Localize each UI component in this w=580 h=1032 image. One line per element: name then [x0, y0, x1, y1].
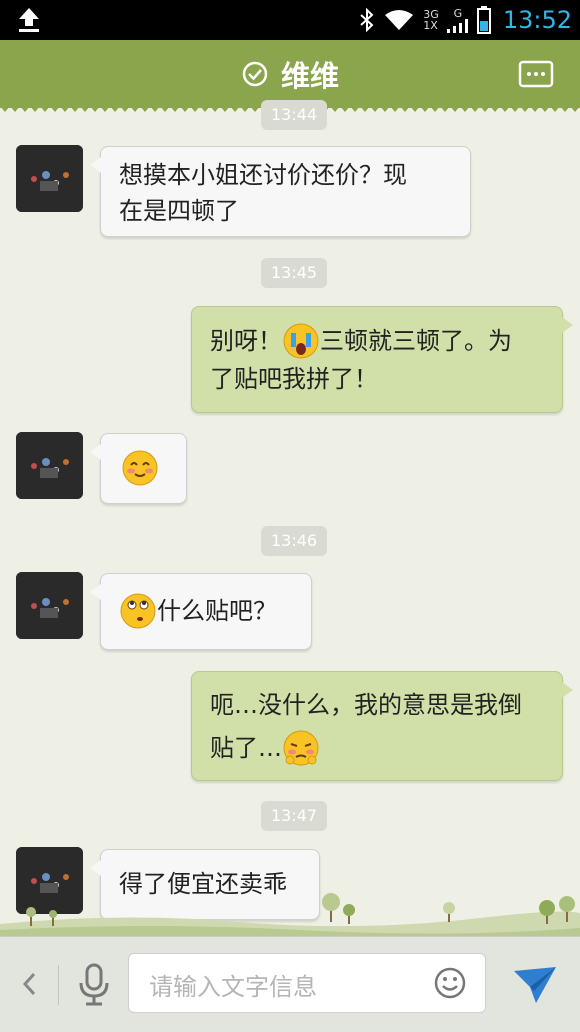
chat-menu-button[interactable]	[518, 60, 554, 88]
page-title: 维维	[280, 59, 339, 93]
message-text: 三顿就三顿了。为	[320, 327, 512, 355]
battery-icon	[476, 6, 491, 34]
chat-area[interactable]: 13:44 想摸本小姐还讨价还价？现 在是四顿了 13:45 别呀！ 三顿就三顿…	[0, 100, 580, 938]
bluetooth-icon	[360, 8, 374, 32]
message-text: 贴了…	[210, 734, 282, 762]
message-bubble-outgoing[interactable]: 别呀！ 三顿就三顿了。为 了贴吧我拼了！	[191, 306, 573, 413]
message-bubble-outgoing[interactable]: 呃…没什么，我的意思是我倒 贴了…	[191, 671, 573, 781]
avatar[interactable]	[16, 145, 83, 212]
send-button[interactable]	[512, 963, 558, 1007]
message-text: 什么贴吧？	[157, 597, 277, 625]
network-type-g: G	[453, 6, 463, 20]
upload-icon	[19, 8, 39, 32]
rolling-eyes-emoji-icon	[119, 592, 157, 630]
signal-icon	[446, 18, 468, 33]
landscape-decoration	[0, 893, 580, 936]
blushing-smile-emoji-icon	[121, 449, 159, 487]
message-text: 在是四顿了	[119, 197, 239, 225]
message-input[interactable]: 请输入文字信息	[128, 953, 486, 1013]
status-time: 13:52	[502, 6, 572, 34]
title-bar: 维维	[0, 40, 580, 108]
timestamp: 13:45	[261, 258, 328, 288]
avatar[interactable]	[16, 572, 83, 639]
message-text: 别呀！	[210, 327, 282, 355]
crying-emoji-icon	[282, 322, 320, 360]
message-bubble-incoming[interactable]: 什么贴吧？	[90, 573, 312, 650]
message-input-placeholder: 请输入文字信息	[149, 973, 317, 1001]
avatar[interactable]	[16, 432, 83, 499]
message-text: 想摸本小姐还讨价还价？现	[119, 161, 407, 189]
input-bar: 请输入文字信息	[0, 936, 580, 1032]
divider	[58, 965, 59, 1005]
message-bubble-incoming[interactable]	[90, 433, 187, 504]
timestamp: 13:46	[261, 526, 328, 556]
emoji-button[interactable]	[433, 966, 467, 1000]
check-circle-icon	[242, 61, 268, 87]
microphone-button[interactable]	[74, 963, 114, 1007]
message-text: 呃…没什么，我的意思是我倒	[210, 691, 522, 719]
wifi-icon	[385, 10, 414, 30]
message-text: 了贴吧我拼了！	[210, 365, 378, 393]
back-arrow-icon[interactable]	[20, 969, 40, 999]
timestamp: 13:44	[261, 100, 328, 130]
network-type-1x: 1X	[423, 19, 438, 32]
message-bubble-incoming[interactable]: 想摸本小姐还讨价还价？现 在是四顿了	[90, 146, 471, 237]
timestamp: 13:47	[261, 801, 328, 831]
status-bar: 3G 1X G 13:52	[0, 0, 580, 40]
shy-emoji-icon	[282, 729, 320, 767]
